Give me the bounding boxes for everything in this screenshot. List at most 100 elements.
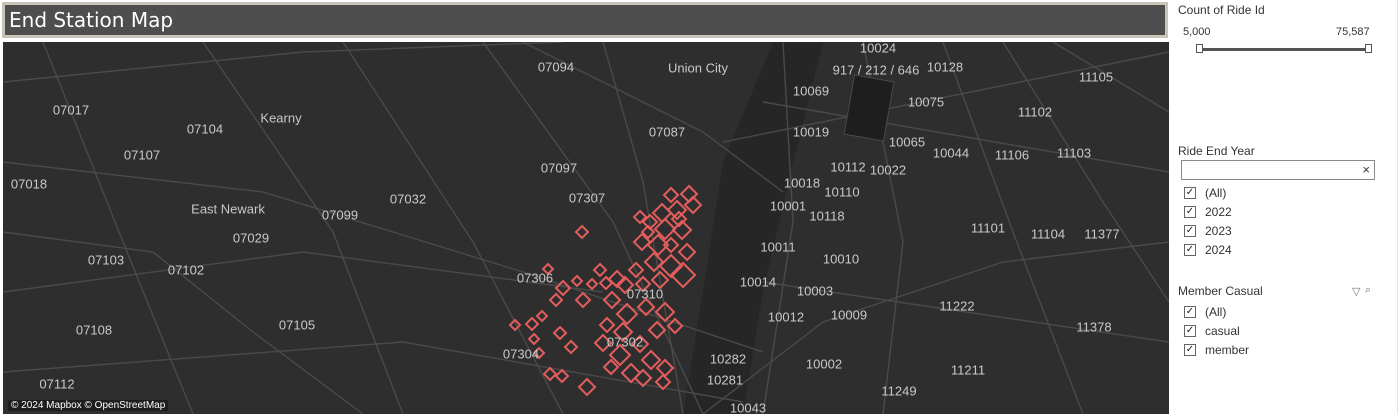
station-marker[interactable] xyxy=(662,236,680,254)
map-place-label: Kearny xyxy=(260,110,302,126)
member-option-label: casual xyxy=(1205,324,1240,338)
station-marker[interactable] xyxy=(535,309,549,323)
map-place-label: 10112 xyxy=(830,159,866,175)
map-place-label: 11211 xyxy=(950,362,986,378)
map-place-label: 10003 xyxy=(796,283,834,299)
map-place-label: 11105 xyxy=(1078,69,1114,85)
map-place-label: 07105 xyxy=(278,317,316,333)
station-marker[interactable] xyxy=(574,224,590,240)
station-marker[interactable] xyxy=(643,251,665,273)
member-filter-title: Member Casual xyxy=(1178,284,1263,298)
count-slider-max-handle[interactable] xyxy=(1365,44,1372,53)
map-place-label: 07108 xyxy=(75,322,113,338)
map-place-label: 10281 xyxy=(706,372,744,388)
panel-scrollbar[interactable] xyxy=(1397,0,1398,414)
year-search-input[interactable]: × xyxy=(1181,160,1375,180)
map-place-label: 07087 xyxy=(648,124,686,140)
map-place-label: 11104 xyxy=(1030,226,1066,242)
map-place-label: 10065 xyxy=(888,134,926,150)
search-icon[interactable]: ⌕ xyxy=(1365,284,1371,297)
station-marker[interactable] xyxy=(598,316,616,334)
map-title: End Station Map xyxy=(5,5,1165,35)
map-place-label: 11101 xyxy=(970,220,1006,236)
station-marker[interactable] xyxy=(662,186,680,204)
station-marker[interactable] xyxy=(669,261,697,289)
map-place-label: 11106 xyxy=(994,147,1030,163)
map-place-label: 10110 xyxy=(824,184,860,200)
station-marker[interactable] xyxy=(548,292,564,308)
station-marker[interactable] xyxy=(527,332,541,346)
year-option-label: (All) xyxy=(1205,186,1227,200)
checkbox[interactable]: ✓ xyxy=(1184,244,1196,256)
year-option-label: 2023 xyxy=(1205,224,1232,238)
station-marker[interactable] xyxy=(655,358,675,378)
map-place-label: 10001 xyxy=(769,198,807,214)
map-place-label: 07094 xyxy=(537,59,575,75)
map-place-label: 07112 xyxy=(39,376,75,392)
checkbox[interactable]: ✓ xyxy=(1184,187,1196,199)
map-place-label: 07107 xyxy=(123,147,161,163)
road-line xyxy=(3,341,744,403)
dashboard-title-bar: End Station Map xyxy=(2,2,1168,38)
count-slider-max: 75,587 xyxy=(1336,26,1370,38)
map-place-label: 07104 xyxy=(186,121,224,137)
station-marker[interactable] xyxy=(647,320,667,340)
filter-funnel-icon[interactable]: ▽ xyxy=(1352,285,1360,298)
map-place-label: 10019 xyxy=(792,124,830,140)
map-place-label: 10012 xyxy=(767,309,805,325)
checkbox[interactable]: ✓ xyxy=(1184,225,1196,237)
map-place-label: 11377 xyxy=(1084,226,1120,242)
station-marker[interactable] xyxy=(677,242,697,262)
map-place-label: 07302 xyxy=(606,334,644,350)
map-place-label: 10128 xyxy=(926,59,964,75)
station-marker[interactable] xyxy=(570,274,584,288)
member-option-label: member xyxy=(1205,343,1250,357)
count-filter-title: Count of Ride Id xyxy=(1178,3,1265,17)
station-marker[interactable] xyxy=(542,366,558,382)
map-place-label: 10018 xyxy=(783,175,821,191)
map-place-label: 10022 xyxy=(869,162,907,178)
station-marker[interactable] xyxy=(552,325,568,341)
checkbox[interactable]: ✓ xyxy=(1184,306,1196,318)
map-place-label: 07306 xyxy=(516,270,554,286)
filter-panel: Count of Ride Id 5,000 75,587 Ride End Y… xyxy=(1170,0,1400,414)
checkbox[interactable]: ✓ xyxy=(1184,206,1196,218)
station-marker[interactable] xyxy=(554,368,570,384)
map-place-label: 917 / 212 / 646 xyxy=(832,62,920,78)
map-place-label: 10024 xyxy=(859,42,897,56)
map-place-label: 07097 xyxy=(540,160,578,176)
road-line xyxy=(42,42,194,414)
station-marker[interactable] xyxy=(524,316,540,332)
map-place-label: 10069 xyxy=(792,83,830,99)
map-place-label: East Newark xyxy=(191,201,265,217)
station-marker[interactable] xyxy=(574,291,592,309)
map-place-label: 07304 xyxy=(502,346,540,362)
count-slider-min: 5,000 xyxy=(1183,26,1211,38)
map-place-label: 10043 xyxy=(729,400,767,414)
map-place-label: 07102 xyxy=(167,262,205,278)
map-place-label: 07099 xyxy=(321,207,359,223)
station-map[interactable]: 07094 Union City 10024 917 / 212 / 646 10128… xyxy=(3,42,1169,414)
map-place-label: 10009 xyxy=(830,307,868,323)
map-place-label: 10282 xyxy=(709,351,747,367)
count-slider-min-handle[interactable] xyxy=(1196,44,1203,53)
map-place-label: 10014 xyxy=(739,274,777,290)
count-slider-track[interactable] xyxy=(1200,48,1370,51)
member-option-label: (All) xyxy=(1205,305,1227,319)
year-filter-title: Ride End Year xyxy=(1178,144,1255,158)
station-marker[interactable] xyxy=(592,262,608,278)
map-place-label: 07307 xyxy=(568,190,606,206)
map-attribution[interactable]: © 2024 Mapbox © OpenStreetMap xyxy=(8,400,169,411)
year-option-label: 2022 xyxy=(1205,205,1232,219)
map-place-label: 07103 xyxy=(87,252,125,268)
checkbox[interactable]: ✓ xyxy=(1184,344,1196,356)
road-line xyxy=(3,42,564,83)
map-place-label: 07017 xyxy=(52,102,90,118)
checkbox[interactable]: ✓ xyxy=(1184,325,1196,337)
station-marker[interactable] xyxy=(563,339,579,355)
station-marker[interactable] xyxy=(585,277,599,291)
station-marker[interactable] xyxy=(577,377,597,397)
map-place-label: 11378 xyxy=(1076,319,1112,335)
clear-icon[interactable]: × xyxy=(1362,162,1370,177)
map-place-label: 10010 xyxy=(822,251,860,267)
